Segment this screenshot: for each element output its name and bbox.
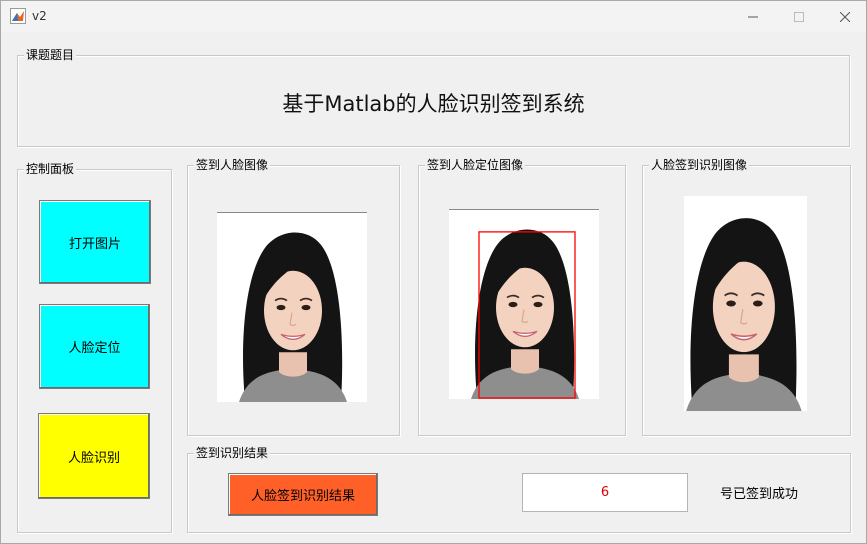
topic-panel-legend: 课题题目 [24, 47, 77, 63]
face-recognize-button[interactable]: 人脸识别 [38, 413, 150, 499]
result-suffix-text: 号已签到成功 [720, 487, 799, 502]
recognition-result-button[interactable]: 人脸签到识别结果 [228, 473, 378, 516]
checkin-recognized-legend: 人脸签到识别图像 [649, 157, 750, 173]
checkin-face-image [217, 212, 367, 402]
app-window: v2 课题题目 基于Matlab的人脸识别签到系统 控制面板 打开图片 人脸定位… [0, 0, 867, 544]
checkin-face-legend: 签到人脸图像 [194, 157, 271, 173]
checkin-recognized-image [684, 196, 807, 411]
open-image-button[interactable]: 打开图片 [39, 200, 151, 284]
face-locate-button-label: 人脸定位 [68, 341, 121, 356]
close-button[interactable] [822, 1, 867, 32]
control-panel-legend: 控制面板 [24, 161, 77, 177]
maximize-button[interactable] [776, 1, 822, 32]
checkin-located-legend: 签到人脸定位图像 [425, 157, 526, 173]
result-number-field: 6 [522, 473, 688, 512]
result-panel-legend: 签到识别结果 [194, 445, 271, 461]
face-locate-button[interactable]: 人脸定位 [39, 304, 150, 389]
window-title: v2 [32, 9, 47, 23]
maximize-icon [794, 11, 804, 22]
checkin-located-image [449, 209, 599, 399]
topic-panel: 课题题目 基于Matlab的人脸识别签到系统 [17, 47, 850, 147]
face-recognize-button-label: 人脸识别 [67, 450, 120, 466]
recognition-result-button-label: 人脸签到识别结果 [250, 489, 355, 504]
result-number-value: 6 [600, 485, 610, 500]
title-bar: v2 [1, 1, 866, 32]
close-icon [840, 11, 850, 22]
minimize-button[interactable] [730, 1, 776, 32]
open-image-button-label: 打开图片 [68, 236, 121, 252]
minimize-icon [748, 16, 758, 17]
matlab-logo-icon [10, 8, 26, 24]
system-title: 基于Matlab的人脸识别签到系统 [282, 92, 585, 116]
